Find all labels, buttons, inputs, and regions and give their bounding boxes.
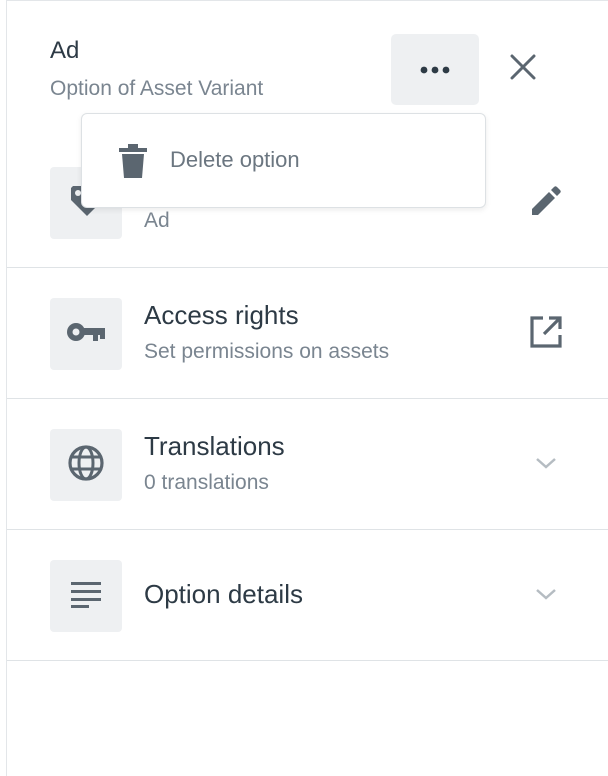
options-dropdown-menu: Delete option <box>81 113 486 208</box>
row-icon-tile <box>50 560 122 632</box>
key-icon <box>66 320 106 349</box>
row-access-rights[interactable]: Access rights Set permissions on assets <box>7 268 608 399</box>
trash-icon <box>118 144 148 178</box>
row-icon-tile <box>50 429 122 501</box>
external-link-icon <box>529 315 563 354</box>
chevron-down-icon <box>535 587 557 606</box>
close-button[interactable] <box>501 47 545 91</box>
close-icon <box>510 54 536 85</box>
more-horizontal-icon <box>420 61 450 79</box>
open-external-button[interactable] <box>524 312 568 356</box>
row-subtitle: 0 translations <box>144 471 269 494</box>
more-options-button[interactable] <box>391 34 479 105</box>
delete-option-label: Delete option <box>170 147 300 172</box>
chevron-down-icon <box>535 456 557 475</box>
text-lines-icon <box>71 580 101 613</box>
row-icon-tile <box>50 298 122 370</box>
delete-option-menu-item[interactable]: Delete option <box>82 114 485 207</box>
row-title: Access rights <box>144 300 299 330</box>
expand-option-details-button[interactable] <box>524 574 568 618</box>
panel-title: Ad <box>50 37 80 64</box>
pencil-icon <box>529 184 563 223</box>
row-subtitle: Ad <box>144 209 170 232</box>
row-title: Option details <box>144 579 303 609</box>
row-option-details[interactable]: Option details <box>7 530 608 661</box>
globe-icon <box>67 444 105 487</box>
row-translations[interactable]: Translations 0 translations <box>7 399 608 530</box>
row-title: Translations <box>144 431 285 461</box>
expand-translations-button[interactable] <box>524 443 568 487</box>
edit-button[interactable] <box>524 181 568 225</box>
panel-subtitle: Option of Asset Variant <box>50 77 264 100</box>
row-subtitle: Set permissions on assets <box>144 340 390 363</box>
side-panel: Ad Option of Asset Variant Ad Access rig… <box>6 0 608 776</box>
